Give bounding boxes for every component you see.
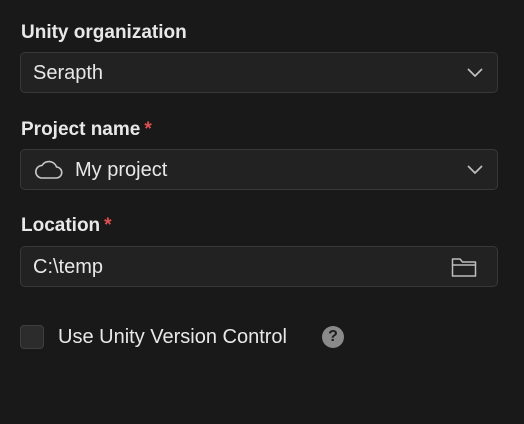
version-control-label: Use Unity Version Control <box>58 326 287 348</box>
organization-value: Serapth <box>33 61 104 84</box>
project-name-field[interactable]: My project <box>20 149 498 190</box>
chevron-down-icon <box>467 165 483 174</box>
project-name-label-text: Project name <box>21 119 141 140</box>
organization-label-text: Unity organization <box>21 22 187 43</box>
location-field[interactable]: C:\temp <box>20 246 498 287</box>
project-settings-panel: Unity organization Serapth Project name *… <box>0 0 524 424</box>
help-glyph: ? <box>328 328 338 345</box>
location-label-text: Location <box>21 215 101 236</box>
folder-icon[interactable] <box>451 256 477 277</box>
location-value: C:\temp <box>33 255 104 278</box>
help-icon[interactable]: ? <box>322 326 344 348</box>
cloud-icon <box>35 160 63 179</box>
version-control-checkbox[interactable] <box>20 325 44 349</box>
required-marker: * <box>104 215 112 236</box>
project-name-label: Project name * <box>21 119 152 141</box>
organization-label: Unity organization <box>21 22 187 44</box>
chevron-down-icon <box>467 68 483 77</box>
required-marker: * <box>144 119 152 140</box>
location-label: Location * <box>21 215 112 237</box>
organization-dropdown[interactable]: Serapth <box>20 52 498 93</box>
project-name-value: My project <box>75 158 168 181</box>
